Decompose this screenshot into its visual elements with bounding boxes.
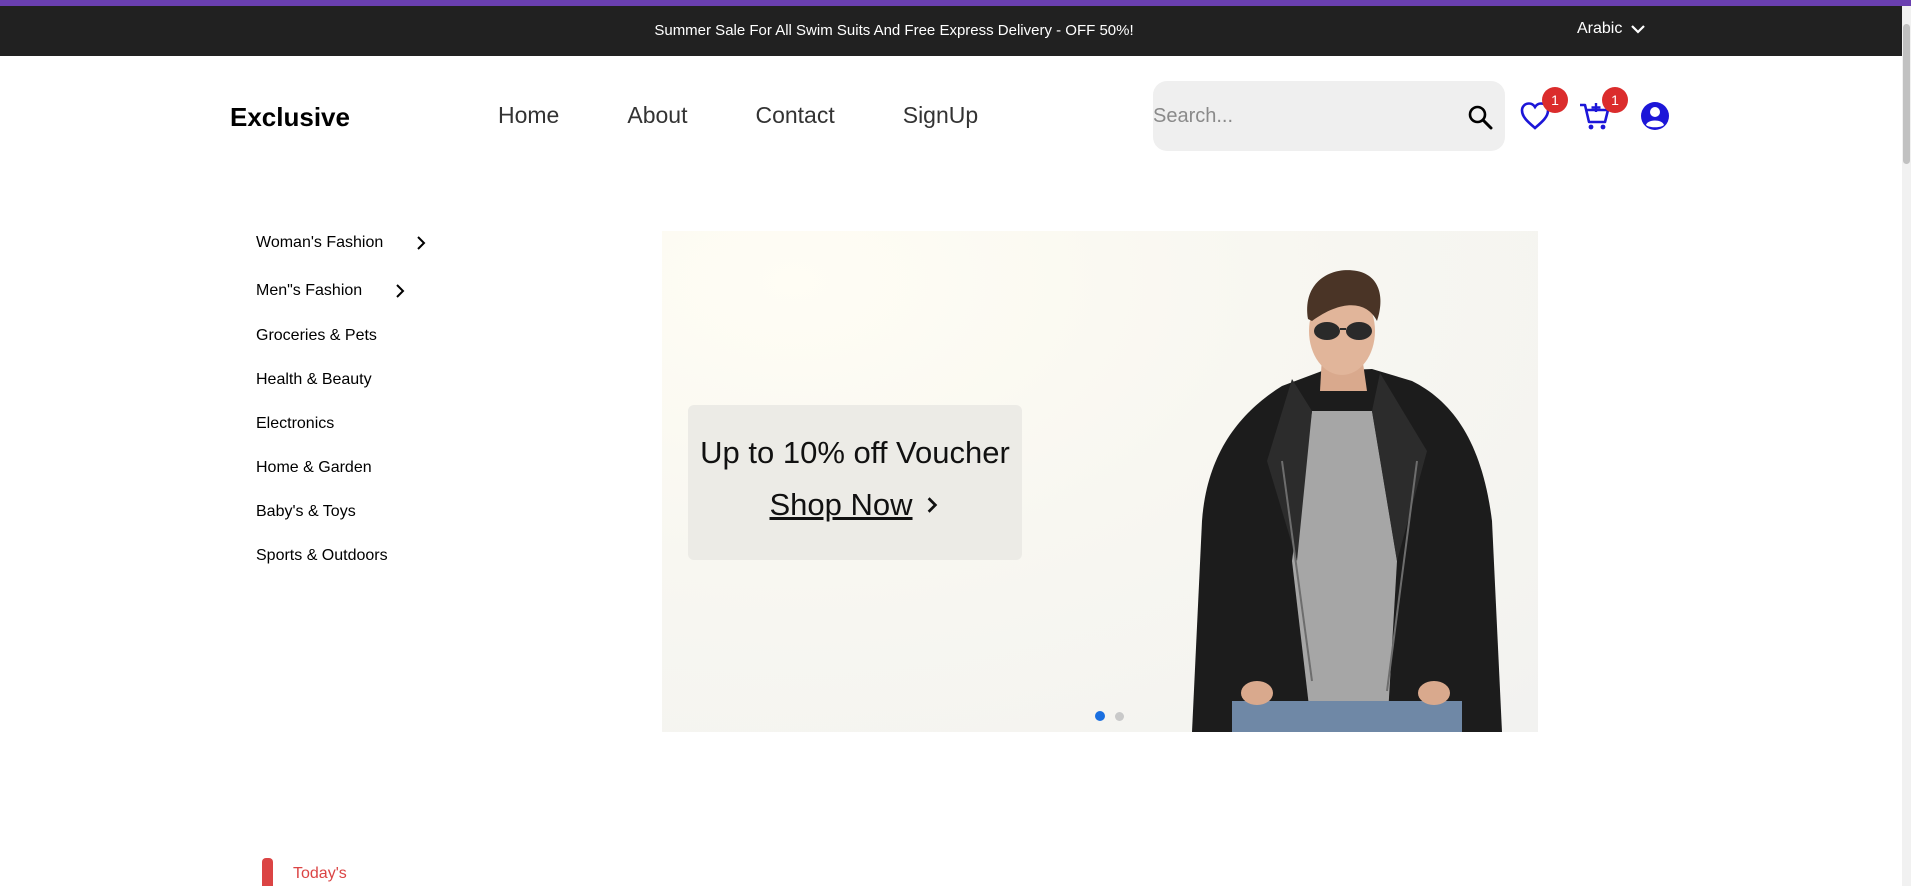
account-button[interactable] [1638,99,1672,133]
promo-topbar: Summer Sale For All Swim Suits And Free … [0,6,1911,56]
search-box [1153,81,1505,151]
user-icon [1641,102,1669,130]
cart-badge: 1 [1602,87,1628,113]
hero-banner[interactable]: Up to 10% off Voucher Shop Now [662,231,1538,732]
banner-model-image [1192,270,1502,732]
wishlist-button[interactable]: 1 [1518,87,1568,133]
voucher-headline: Up to 10% off Voucher [700,435,1010,470]
section-accent-bar [262,858,273,886]
category-label: Sports & Outdoors [256,547,388,564]
category-label: Woman's Fashion [256,234,384,251]
carousel-dot-2[interactable] [1115,711,1124,721]
chevron-right-icon [417,236,426,250]
nav-contact[interactable]: Contact [755,102,834,129]
category-label: Men"s Fashion [256,282,363,299]
category-label: Electronics [256,415,335,432]
category-womens-fashion[interactable]: Woman's Fashion [256,234,429,252]
category-babys-toys[interactable]: Baby's & Toys [256,503,356,521]
category-label: Health & Beauty [256,371,372,388]
category-label: Home & Garden [256,459,372,476]
promo-text: Summer Sale For All Swim Suits And Free … [654,22,1134,39]
carousel-dot-1[interactable] [1095,711,1105,721]
chevron-right-icon [927,497,937,513]
wishlist-badge: 1 [1542,87,1568,113]
category-label: Groceries & Pets [256,327,377,344]
main-nav: Home About Contact SignUp [498,102,978,129]
voucher-card: Up to 10% off Voucher Shop Now [688,405,1022,560]
language-selector[interactable]: Arabic [1577,20,1646,38]
search-icon[interactable] [1467,104,1493,130]
section-label-today: Today's [293,865,347,882]
language-label: Arabic [1577,20,1623,37]
site-header: Exclusive Home About Contact SignUp 1 1 [0,56,1900,176]
category-mens-fashion[interactable]: Men"s Fashion [256,282,408,300]
carousel-dots [1095,711,1124,721]
category-home-garden[interactable]: Home & Garden [256,459,372,477]
shop-now-label: Shop Now [769,487,913,522]
category-groceries-pets[interactable]: Groceries & Pets [256,327,377,345]
chevron-down-icon [1631,25,1646,34]
category-sports-outdoors[interactable]: Sports & Outdoors [256,547,388,565]
nav-home[interactable]: Home [498,102,559,129]
nav-about[interactable]: About [627,102,687,129]
chevron-right-icon [396,284,405,298]
search-input[interactable] [1153,81,1453,151]
category-electronics[interactable]: Electronics [256,415,334,433]
category-label: Baby's & Toys [256,503,356,520]
cart-button[interactable]: 1 [1578,87,1628,133]
category-health-beauty[interactable]: Health & Beauty [256,371,372,389]
scrollbar-thumb[interactable] [1903,24,1910,164]
page-scrollbar[interactable] [1902,6,1911,886]
site-logo[interactable]: Exclusive [230,102,350,133]
shop-now-link[interactable]: Shop Now [688,487,1022,523]
nav-signup[interactable]: SignUp [903,102,978,129]
